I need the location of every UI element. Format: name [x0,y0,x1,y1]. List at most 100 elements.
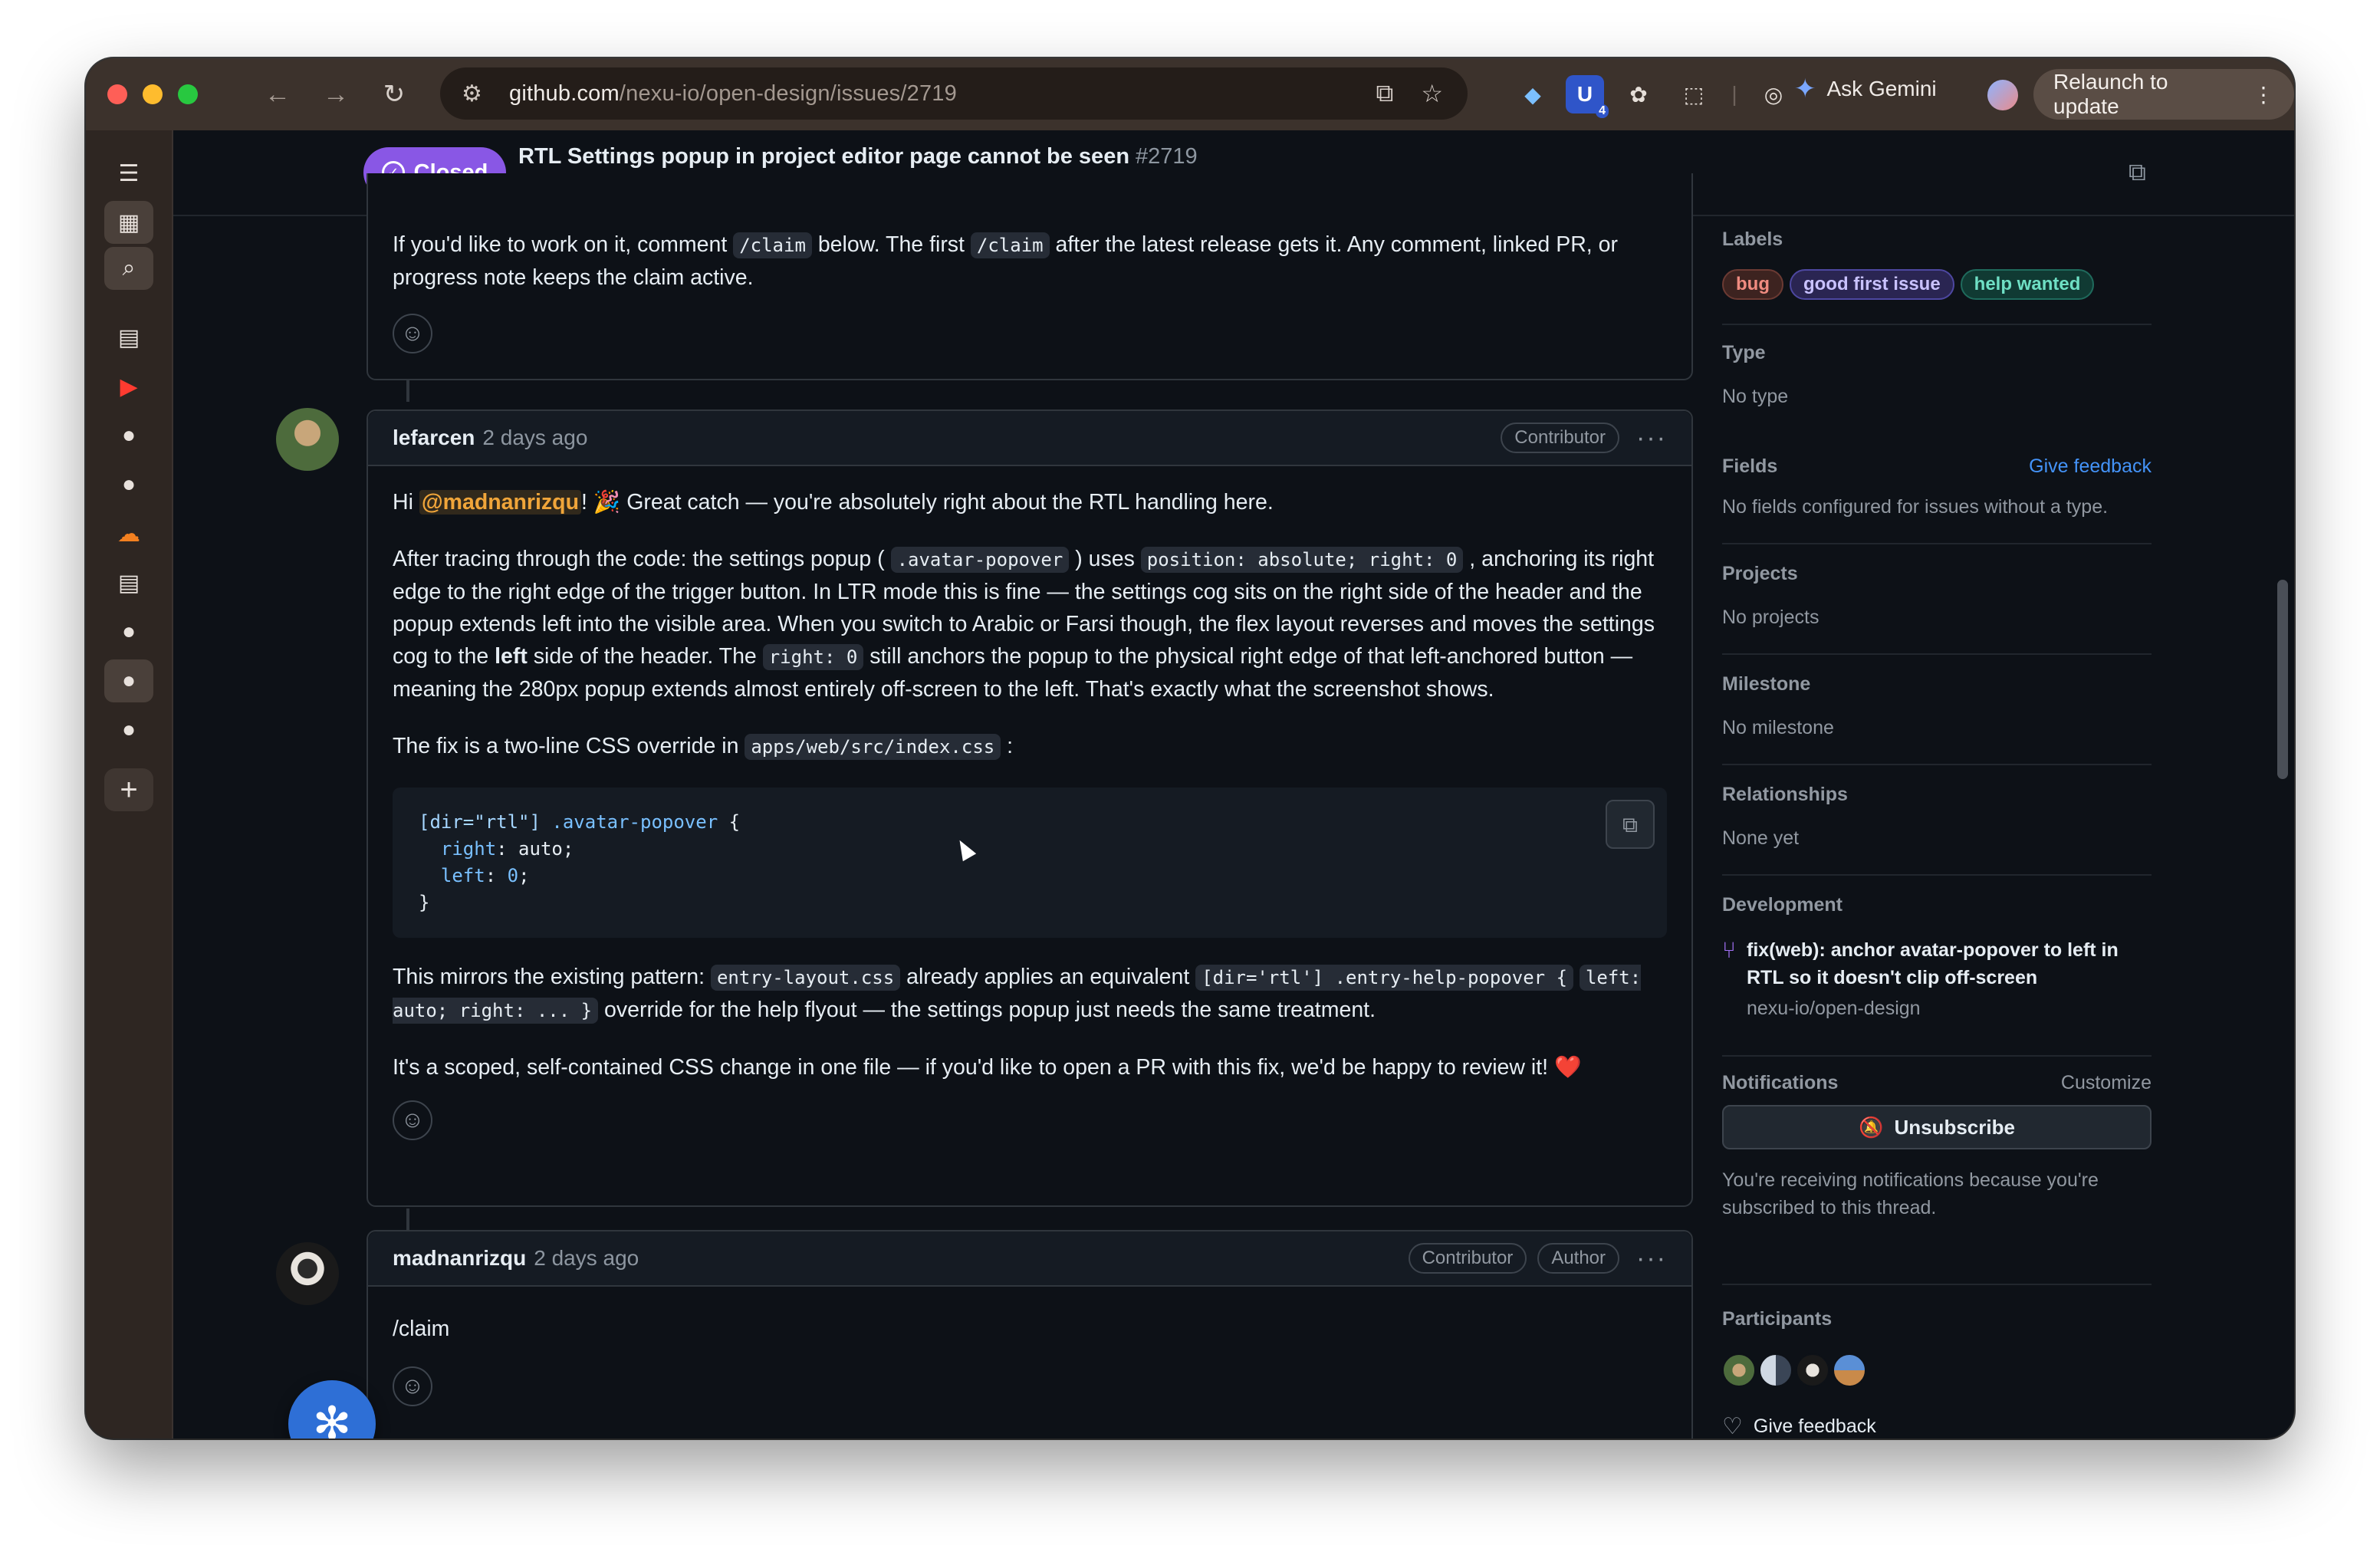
comment-author-link[interactable]: lefarcen [393,426,475,450]
spiral-extension-icon[interactable]: ◎ [1754,75,1793,113]
fields-heading: Fields [1722,455,1778,477]
contributor-badge: Contributor [1408,1243,1527,1274]
install-app-icon[interactable]: ⧉ [1376,79,1393,108]
comment-body: /claim ☺ [368,1287,1691,1406]
type-value: No type [1722,386,1789,407]
divider [1722,1055,2152,1057]
more-options-icon[interactable]: ··· [1636,1244,1667,1274]
github-icon[interactable]: ● [104,709,153,751]
extension-badge: 4 [1596,104,1609,118]
add-tab-icon[interactable]: + [104,768,153,811]
comment-header: lefarcen 2 days ago Contributor ··· [368,411,1691,466]
ask-gemini-button[interactable]: ✦ Ask Gemini [1794,74,1937,104]
inline-code: entry-layout.css [710,965,901,991]
gemini-spark-icon: ✦ [1794,74,1816,104]
timeline-connector [406,380,409,402]
copy-link-icon[interactable]: ⧉ [2129,158,2156,186]
search-list-icon[interactable]: ⌕ [104,247,153,290]
relationships-heading[interactable]: Relationships [1722,784,2152,806]
give-feedback-link[interactable]: Give feedback [2029,455,2152,478]
minimize-window-button[interactable] [143,84,163,104]
github-icon[interactable]: ● [104,414,153,457]
back-arrow-icon[interactable]: ← [264,80,291,110]
comment-header: madnanrizqu 2 days ago Contributor Autho… [368,1231,1691,1287]
browser-window: ← → ↻ ⚙ github.com/nexu-io/open-design/i… [86,58,2294,1439]
github-icon[interactable]: ● [104,610,153,653]
address-bar[interactable]: ⚙ github.com/nexu-io/open-design/issues/… [440,67,1468,120]
inline-code: /claim [733,232,812,258]
user-mention-link[interactable]: @madnanrizqu [419,490,581,515]
forward-arrow-icon[interactable]: → [322,80,350,110]
labels-heading[interactable]: Labels [1722,229,2152,251]
linked-pull-request-item[interactable]: ⑂ fix(web): anchor avatar-popover to lef… [1722,936,2152,1020]
bookmark-star-icon[interactable]: ☆ [1421,79,1443,108]
timeline-connector [406,1208,409,1230]
comment-body: Hi @madnanrizqu! 🎉 Great catch — you're … [368,466,1691,1140]
youtube-icon[interactable]: ▶ [104,365,153,408]
more-options-icon[interactable]: ··· [1636,423,1667,453]
floating-assistant-button[interactable]: ✻ [288,1380,376,1439]
label-chip[interactable]: bug [1722,269,1783,300]
participant-avatar[interactable] [1722,1353,1756,1387]
page-scrollbar[interactable] [2277,580,2288,779]
sidebar-fields: Fields Give feedback No fields configure… [1722,455,2152,518]
zoom-window-button[interactable] [178,84,198,104]
comment-timestamp[interactable]: 2 days ago [482,426,587,450]
github-icon[interactable]: ● [104,463,153,506]
labels-list: bug good first issue help wanted [1722,269,2152,300]
rail-divider [172,130,173,1439]
participants-avatars [1722,1353,2152,1387]
apps-grid-icon[interactable]: ▦ [104,201,153,244]
sidebar-toggle-icon[interactable]: ☰ [104,152,153,195]
comment-author-link[interactable]: madnanrizqu [393,1246,526,1271]
close-window-button[interactable] [107,84,127,104]
heart-icon: ♡ [1722,1414,1743,1439]
fields-value: No fields configured for issues without … [1722,496,2109,518]
comment-card: lefarcen 2 days ago Contributor ··· Hi @… [367,409,1693,1207]
comment-card: madnanrizqu 2 days ago Contributor Autho… [367,1230,1693,1439]
label-chip[interactable]: good first issue [1789,269,1954,300]
sidebar-projects: Projects No projects [1722,563,2152,629]
add-reaction-smiley-icon[interactable]: ☺ [393,314,432,353]
relaunch-button[interactable]: Relaunch to update ⋮ [2033,69,2294,120]
author-avatar[interactable] [276,1242,339,1305]
divider [1722,543,2152,544]
sidebar-type: Type No type [1722,342,2152,408]
inline-code: .avatar-popover [890,547,1070,573]
add-reaction-smiley-icon[interactable]: ☺ [393,1100,432,1140]
inline-code: apps/web/src/index.css [745,734,1001,760]
notes-app-icon[interactable]: ▤ [104,316,153,359]
cookie-extension-icon[interactable]: ✿ [1619,75,1658,113]
participant-avatar[interactable] [1759,1353,1793,1387]
participant-avatar[interactable] [1833,1353,1866,1387]
give-feedback-row[interactable]: ♡ Give feedback [1722,1413,2152,1439]
milestone-heading[interactable]: Milestone [1722,673,2152,695]
projects-heading[interactable]: Projects [1722,563,2152,585]
url-text: github.com/nexu-io/open-design/issues/27… [509,81,957,106]
development-heading[interactable]: Development [1722,894,2152,916]
type-heading[interactable]: Type [1722,342,2152,364]
linked-pr-title[interactable]: fix(web): anchor avatar-popover to left … [1747,936,2152,991]
more-vertical-icon: ⋮ [2253,82,2274,107]
cloudflare-icon[interactable]: ☁ [104,512,153,555]
unsubscribe-button[interactable]: 🔕 Unsubscribe [1722,1105,2152,1149]
gem-extension-icon[interactable]: ◆ [1514,75,1552,113]
site-info-icon[interactable]: ⚙ [462,81,492,107]
comment-body: If you'd like to work on it, comment /cl… [368,173,1691,353]
window-controls [107,84,198,104]
comment-timestamp[interactable]: 2 days ago [534,1246,639,1271]
label-chip[interactable]: help wanted [1960,269,2095,300]
reload-icon[interactable]: ↻ [380,79,408,110]
copy-code-icon[interactable]: ⧉ [1606,800,1655,849]
profile-avatar[interactable] [1987,80,2018,110]
add-reaction-smiley-icon[interactable]: ☺ [393,1366,432,1406]
author-avatar[interactable] [276,408,339,471]
comment-paragraph: It's a scoped, self-contained CSS change… [393,1055,1582,1080]
issue-title[interactable]: RTL Settings popup in project editor pag… [518,144,1198,169]
notes-app-icon[interactable]: ▤ [104,561,153,604]
puzzle-extension-icon[interactable]: ⬚ [1675,75,1713,113]
customize-link[interactable]: Customize [2061,1072,2152,1094]
github-icon[interactable]: ● [104,659,153,702]
bitwarden-extension-icon[interactable]: U4 [1566,75,1609,118]
participant-avatar[interactable] [1796,1353,1829,1387]
